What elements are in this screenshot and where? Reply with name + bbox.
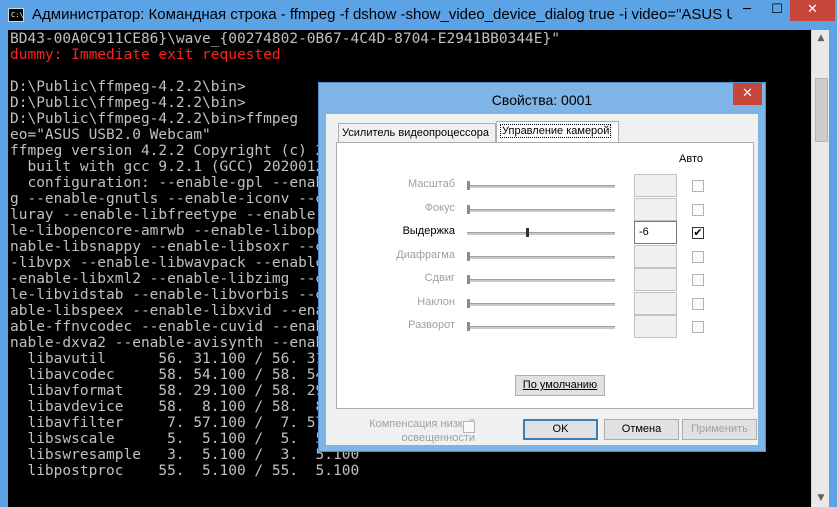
console-line: BD43-00A0C911CE86}\wave_{00274802-0B67-4…	[10, 31, 560, 47]
row-label: Разворот	[408, 319, 455, 331]
value-field[interactable]: -6	[634, 221, 677, 244]
slider-track[interactable]	[467, 256, 615, 259]
cancel-button[interactable]: Отмена	[604, 419, 679, 440]
slider-thumb[interactable]	[467, 252, 470, 261]
default-button-label: По умолчанию	[522, 379, 598, 391]
low-light-compensation-checkbox[interactable]	[463, 421, 475, 433]
console-line: D:\Public\ffmpeg-4.2.2\bin>	[10, 95, 246, 111]
scrollbar-thumb[interactable]	[815, 78, 828, 142]
value-field[interactable]	[634, 268, 677, 291]
value-field[interactable]	[634, 198, 677, 221]
scroll-up-icon[interactable]: ▲	[812, 30, 830, 46]
auto-checkbox[interactable]	[692, 180, 704, 192]
console-line: libavfilter 7. 57.100 / 7. 57.100	[10, 415, 360, 431]
console-line: built with gcc 9.2.1 (GCC) 20200122	[10, 159, 334, 175]
tab-label: Усилитель видеопроцессора	[342, 127, 489, 139]
slider-thumb[interactable]	[467, 205, 470, 214]
value-field[interactable]	[634, 245, 677, 268]
auto-checkbox[interactable]	[692, 298, 704, 310]
slider-thumb[interactable]	[526, 228, 530, 237]
console-line: libswscale 5. 5.100 / 5. 5.100	[10, 431, 360, 447]
console-line: D:\Public\ffmpeg-4.2.2\bin>	[10, 79, 246, 95]
row-label: Сдвиг	[424, 272, 455, 284]
camera-control-panel: Авто Компенсация низкой освещенности По …	[336, 142, 754, 444]
value-field[interactable]	[634, 174, 677, 197]
tab-label: Управление камерой	[500, 124, 612, 138]
slider-track[interactable]	[467, 303, 615, 306]
dialog-title: Свойства: 0001	[491, 92, 593, 108]
window-title: Администратор: Командная строка - ffmpeg…	[32, 6, 732, 23]
close-button[interactable]: ✕	[790, 0, 835, 21]
row-label: Масштаб	[407, 178, 455, 190]
console-line: libavformat 58. 29.100 / 58. 29.100	[10, 383, 360, 399]
dialog-body: Усилитель видеопроцессора Управление кам…	[326, 114, 758, 445]
auto-checkbox[interactable]	[692, 204, 704, 216]
value-field[interactable]	[634, 292, 677, 315]
console-line: libswresample 3. 5.100 / 3. 5.100	[10, 447, 360, 463]
ok-button[interactable]: OK	[523, 419, 598, 440]
tab-video-proc-amp[interactable]: Усилитель видеопроцессора	[338, 123, 496, 142]
default-button[interactable]: По умолчанию	[515, 375, 605, 396]
slider-track[interactable]	[467, 326, 615, 329]
slider-thumb[interactable]	[467, 275, 470, 284]
apply-button[interactable]: Применить	[682, 419, 757, 440]
auto-checkbox[interactable]	[692, 321, 704, 333]
row-label: Выдержка	[402, 225, 455, 237]
minimize-button[interactable]: ─	[734, 0, 760, 21]
slider-track[interactable]	[467, 232, 615, 235]
auto-checkbox[interactable]	[692, 251, 704, 263]
slider-thumb[interactable]	[467, 181, 470, 190]
tab-camera-control[interactable]: Управление камерой	[496, 121, 619, 143]
row-label: Диафрагма	[396, 249, 455, 261]
auto-column-header: Авто	[679, 153, 703, 165]
slider-track[interactable]	[467, 209, 615, 212]
properties-dialog: Свойства: 0001 ✕ Усилитель видеопроцессо…	[318, 82, 766, 452]
scroll-down-icon[interactable]: ▼	[812, 490, 830, 506]
slider-track[interactable]	[467, 185, 615, 188]
value-field[interactable]	[634, 315, 677, 338]
vertical-scrollbar[interactable]: ▲ ▼	[811, 30, 830, 507]
low-light-compensation-label: Компенсация низкой освещенности	[369, 418, 475, 444]
console-line: libavutil 56. 31.100 / 56. 31.100	[10, 351, 360, 367]
window-frame	[829, 30, 837, 507]
console-line: libavdevice 58. 8.100 / 58. 8.100	[10, 399, 360, 415]
dialog-close-button[interactable]: ✕	[733, 83, 762, 105]
console-line: libavcodec 58. 54.100 / 58. 54.100	[10, 367, 360, 383]
slider-track[interactable]	[467, 279, 615, 282]
cmd-app-icon: C:\	[8, 8, 24, 22]
console-line: libpostproc 55. 5.100 / 55. 5.100	[10, 463, 360, 479]
auto-checkbox[interactable]: ✔	[692, 227, 704, 239]
console-line: eo="ASUS USB2.0 Webcam"	[10, 127, 211, 143]
row-label: Фокус	[424, 202, 455, 214]
console-line: dummy: Immediate exit requested	[10, 47, 281, 63]
console-titlebar[interactable]: C:\ Администратор: Командная строка - ff…	[0, 0, 837, 30]
row-label: Наклон	[417, 296, 455, 308]
auto-checkbox[interactable]	[692, 274, 704, 286]
maximize-button[interactable]: ☐	[764, 0, 790, 21]
slider-thumb[interactable]	[467, 322, 470, 331]
slider-thumb[interactable]	[467, 299, 470, 308]
